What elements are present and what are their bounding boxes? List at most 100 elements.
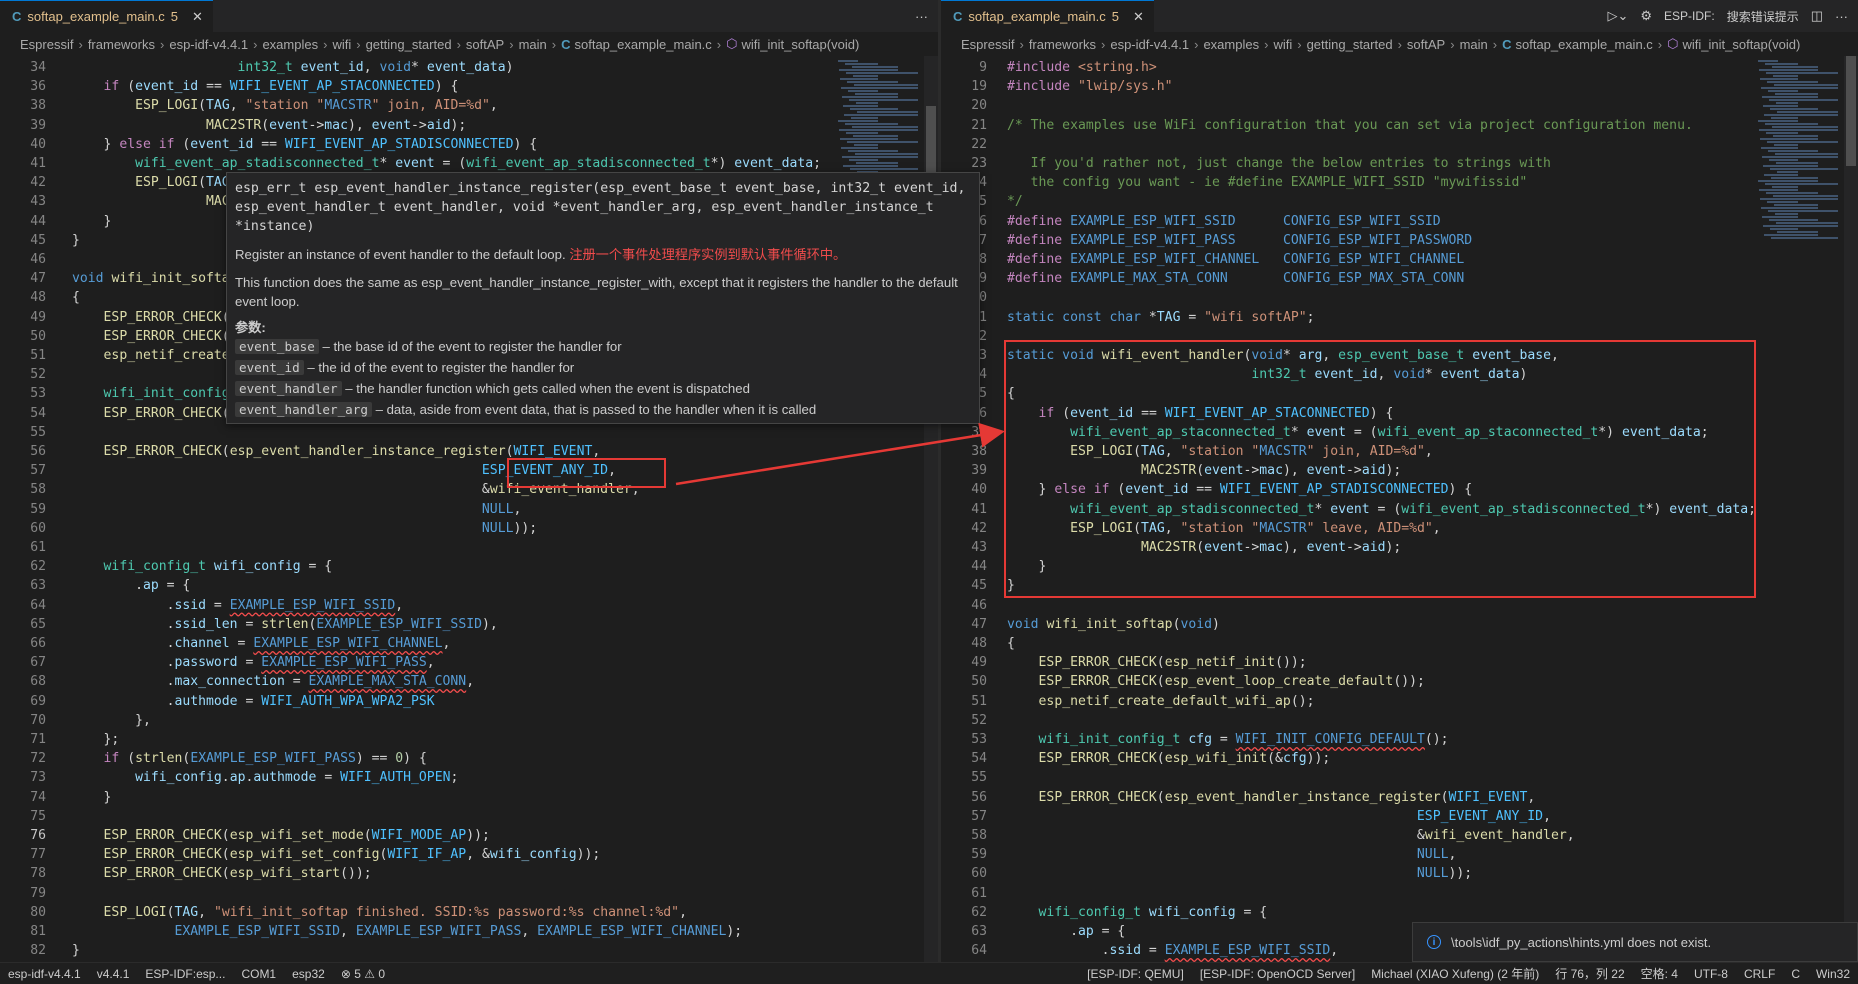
- vertical-scrollbar[interactable]: [1844, 56, 1858, 962]
- status-target[interactable]: esp32: [284, 967, 333, 981]
- code-line[interactable]: 71 };: [0, 730, 938, 749]
- code-line[interactable]: 36 if (event_id == WIFI_EVENT_AP_STACONN…: [0, 77, 938, 96]
- code-line[interactable]: 9 #include <string.h>: [941, 58, 1858, 77]
- breadcrumb-item[interactable]: Espressif: [961, 37, 1014, 52]
- code-line[interactable]: 27#define EXAMPLE_ESP_WIFI_PASS CONFIG_E…: [941, 231, 1858, 250]
- breadcrumb-item[interactable]: softAP: [466, 37, 504, 52]
- code-line[interactable]: 56 ESP_ERROR_CHECK(esp_event_handler_ins…: [941, 788, 1858, 807]
- code-line[interactable]: 28#define EXAMPLE_ESP_WIFI_CHANNEL CONFI…: [941, 250, 1858, 269]
- code-line[interactable]: 82}: [0, 941, 938, 960]
- code-line[interactable]: 61: [0, 538, 938, 557]
- code-line[interactable]: 20: [941, 96, 1858, 115]
- code-line[interactable]: 65 .ssid_len = strlen(EXAMPLE_ESP_WIFI_S…: [0, 615, 938, 634]
- breadcrumb-item[interactable]: wifi_init_softap(void): [742, 37, 860, 52]
- code-line[interactable]: 41 wifi_event_ap_stadisconnected_t* even…: [0, 154, 938, 173]
- more-actions-icon[interactable]: ···: [1835, 9, 1848, 24]
- breadcrumb-item[interactable]: wifi: [332, 37, 351, 52]
- code-line[interactable]: 50 ESP_ERROR_CHECK(esp_event_loop_create…: [941, 672, 1858, 691]
- status-errors[interactable]: ⊗ 5 ⚠ 0: [333, 967, 393, 981]
- code-line[interactable]: 24 the config you want - ie #define EXAM…: [941, 173, 1858, 192]
- breadcrumb-item[interactable]: wifi_init_softap(void): [1683, 37, 1801, 52]
- close-icon[interactable]: ✕: [192, 9, 203, 25]
- code-line[interactable]: 55: [0, 423, 938, 442]
- breadcrumb-item[interactable]: esp-idf-v4.4.1: [169, 37, 248, 52]
- status-version[interactable]: v4.4.1: [89, 967, 138, 981]
- code-line[interactable]: 62 wifi_config_t wifi_config = {: [0, 557, 938, 576]
- code-line[interactable]: 34 int32_t event_id, void* event_data): [0, 58, 938, 77]
- code-line[interactable]: 39 MAC2STR(event->mac), event->aid);: [0, 116, 938, 135]
- code-line[interactable]: 81 EXAMPLE_ESP_WIFI_SSID, EXAMPLE_ESP_WI…: [0, 922, 938, 941]
- status-port[interactable]: COM1: [233, 967, 284, 981]
- code-line[interactable]: 80 ESP_LOGI(TAG, "wifi_init_softap finis…: [0, 903, 938, 922]
- notification-toast[interactable]: i \tools\idf_py_actions\hints.yml does n…: [1412, 922, 1858, 962]
- code-line[interactable]: 63 .ap = {: [0, 576, 938, 595]
- breadcrumb-item[interactable]: wifi: [1273, 37, 1292, 52]
- breadcrumb-item[interactable]: frameworks: [1029, 37, 1096, 52]
- code-line[interactable]: 57 ESP_EVENT_ANY_ID,: [0, 461, 938, 480]
- code-line[interactable]: 26#define EXAMPLE_ESP_WIFI_SSID CONFIG_E…: [941, 212, 1858, 231]
- breadcrumb-item[interactable]: getting_started: [1307, 37, 1393, 52]
- more-actions-icon[interactable]: ···: [915, 9, 928, 24]
- breadcrumb-item[interactable]: softap_example_main.c: [1515, 37, 1652, 52]
- search-error-hint-button[interactable]: 搜索错误提示: [1727, 8, 1799, 25]
- status-cursor-position[interactable]: 行 76，列 22: [1547, 965, 1632, 982]
- code-line[interactable]: 60 NULL));: [0, 519, 938, 538]
- code-line[interactable]: 51 esp_netif_create_default_wifi_ap();: [941, 692, 1858, 711]
- code-line[interactable]: 57 ESP_EVENT_ANY_ID,: [941, 807, 1858, 826]
- code-line[interactable]: 76 ESP_ERROR_CHECK(esp_wifi_set_mode(WIF…: [0, 826, 938, 845]
- tab-softap-example-main[interactable]: C softap_example_main.c 5 ✕: [0, 0, 213, 32]
- status-indent[interactable]: 空格: 4: [1633, 965, 1686, 982]
- code-line[interactable]: 66 .channel = EXAMPLE_ESP_WIFI_CHANNEL,: [0, 634, 938, 653]
- code-line[interactable]: 64 .ssid = EXAMPLE_ESP_WIFI_SSID,: [0, 596, 938, 615]
- code-line[interactable]: 52: [941, 711, 1858, 730]
- tab-softap-example-main[interactable]: C softap_example_main.c 5 ✕: [941, 0, 1154, 32]
- breadcrumb-item[interactable]: main: [1460, 37, 1488, 52]
- status-blame[interactable]: Michael (XIAO Xufeng) (2 年前): [1363, 965, 1547, 982]
- status-qemu[interactable]: [ESP-IDF: QEMU]: [1079, 967, 1192, 981]
- code-line[interactable]: 19 #include "lwip/sys.h": [941, 77, 1858, 96]
- code-line[interactable]: 30: [941, 288, 1858, 307]
- breadcrumb-item[interactable]: examples: [1203, 37, 1259, 52]
- breadcrumb-item[interactable]: Espressif: [20, 37, 73, 52]
- breadcrumb-item[interactable]: getting_started: [366, 37, 452, 52]
- status-eol[interactable]: CRLF: [1736, 967, 1783, 981]
- code-line[interactable]: 59 NULL,: [941, 845, 1858, 864]
- code-line[interactable]: 67 .password = EXAMPLE_ESP_WIFI_PASS,: [0, 653, 938, 672]
- breadcrumb-item[interactable]: main: [519, 37, 547, 52]
- run-debug-icon[interactable]: ▷⌄: [1607, 8, 1628, 24]
- code-line[interactable]: 74 }: [0, 788, 938, 807]
- gear-icon[interactable]: ⚙: [1640, 8, 1652, 24]
- status-openocd[interactable]: [ESP-IDF: OpenOCD Server]: [1192, 967, 1363, 981]
- code-line[interactable]: 73 wifi_config.ap.authmode = WIFI_AUTH_O…: [0, 768, 938, 787]
- code-line[interactable]: 58 &wifi_event_handler,: [0, 480, 938, 499]
- code-line[interactable]: 75: [0, 807, 938, 826]
- code-line[interactable]: 53 wifi_init_config_t cfg = WIFI_INIT_CO…: [941, 730, 1858, 749]
- code-line[interactable]: 59 NULL,: [0, 500, 938, 519]
- code-line[interactable]: 55: [941, 768, 1858, 787]
- code-line[interactable]: 77 ESP_ERROR_CHECK(esp_wifi_set_config(W…: [0, 845, 938, 864]
- code-line[interactable]: 40 } else if (event_id == WIFI_EVENT_AP_…: [0, 135, 938, 154]
- code-line[interactable]: 56 ESP_ERROR_CHECK(esp_event_handler_ins…: [0, 442, 938, 461]
- code-line[interactable]: 58 &wifi_event_handler,: [941, 826, 1858, 845]
- code-line[interactable]: 23 If you'd rather not, just change the …: [941, 154, 1858, 173]
- code-line[interactable]: 70 },: [0, 711, 938, 730]
- code-line[interactable]: 31static const char *TAG = "wifi softAP"…: [941, 308, 1858, 327]
- code-line[interactable]: 60 NULL));: [941, 864, 1858, 883]
- code-line[interactable]: 46: [941, 596, 1858, 615]
- code-line[interactable]: 48{: [941, 634, 1858, 653]
- minimap[interactable]: [1754, 56, 1844, 962]
- breadcrumb-item[interactable]: examples: [262, 37, 318, 52]
- breadcrumb-item[interactable]: softap_example_main.c: [574, 37, 711, 52]
- status-language[interactable]: C: [1783, 967, 1808, 981]
- code-line[interactable]: 79: [0, 884, 938, 903]
- code-line[interactable]: 61: [941, 884, 1858, 903]
- status-config[interactable]: Win32: [1808, 967, 1858, 981]
- status-branch[interactable]: esp-idf-v4.4.1: [0, 967, 89, 981]
- code-line[interactable]: 69 .authmode = WIFI_AUTH_WPA_WPA2_PSK: [0, 692, 938, 711]
- breadcrumb-item[interactable]: esp-idf-v4.4.1: [1110, 37, 1189, 52]
- split-editor-icon[interactable]: ◫: [1811, 8, 1823, 24]
- code-line[interactable]: 68 .max_connection = EXAMPLE_MAX_STA_CON…: [0, 672, 938, 691]
- code-line[interactable]: 78 ESP_ERROR_CHECK(esp_wifi_start());: [0, 864, 938, 883]
- code-line[interactable]: 25*/: [941, 192, 1858, 211]
- code-line[interactable]: 72 if (strlen(EXAMPLE_ESP_WIFI_PASS) == …: [0, 749, 938, 768]
